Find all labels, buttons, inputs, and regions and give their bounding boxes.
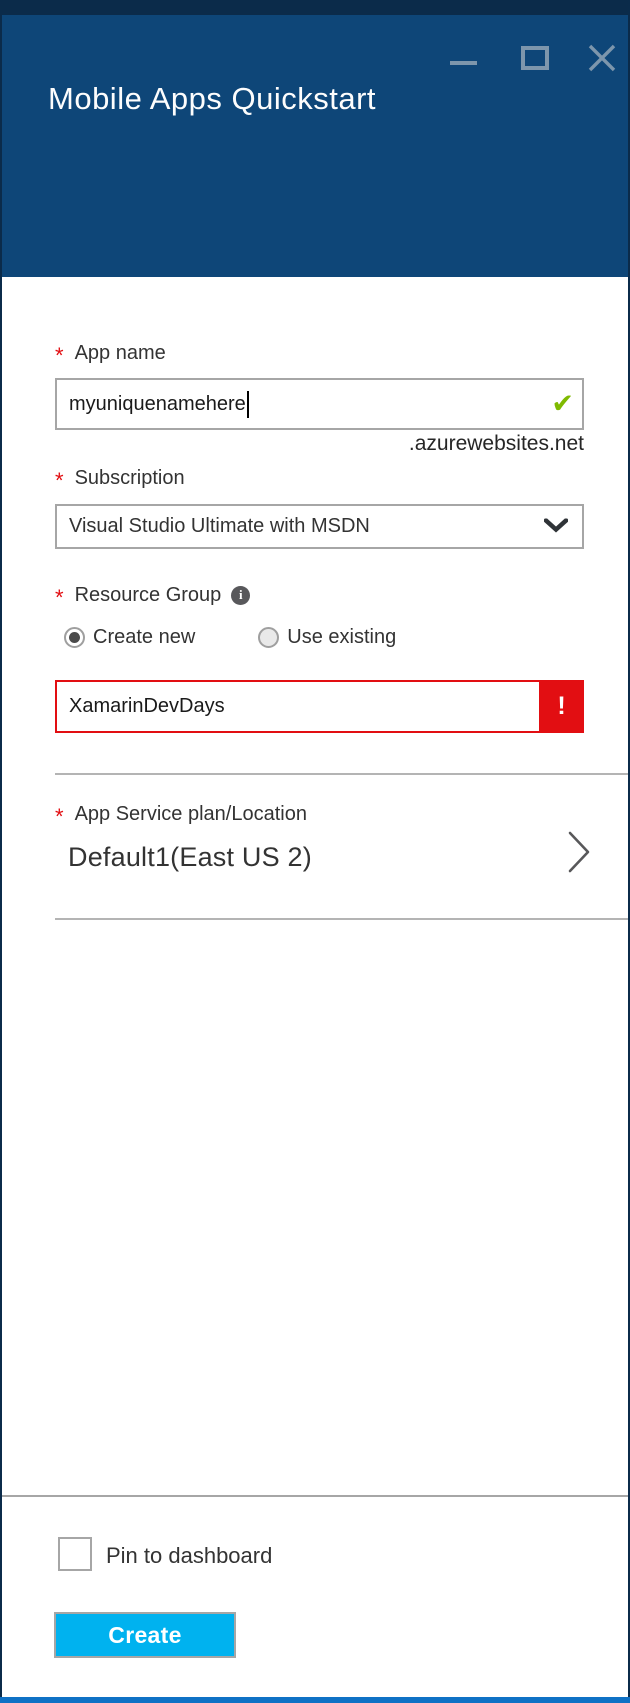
radio-use-existing[interactable]: [258, 627, 279, 648]
radio-create-new[interactable]: [64, 627, 85, 648]
resource-group-value: XamarinDevDays: [69, 695, 225, 718]
subscription-label-row: * Subscription: [55, 466, 185, 490]
subscription-value: Visual Studio Ultimate with MSDN: [69, 515, 370, 538]
create-button[interactable]: Create: [54, 1612, 236, 1658]
divider: [55, 918, 628, 920]
chevron-down-icon: [544, 515, 568, 538]
radio-use-existing-label[interactable]: Use existing: [287, 626, 396, 649]
blade-header: Mobile Apps Quickstart: [2, 15, 628, 277]
required-marker: *: [55, 804, 64, 830]
bottom-accent-bar: [0, 1697, 630, 1703]
required-marker: *: [55, 468, 64, 494]
blade-mobile-apps-quickstart: Mobile Apps Quickstart * App name myuniq…: [0, 0, 630, 1703]
required-marker: *: [55, 343, 64, 369]
text-caret: [247, 391, 249, 418]
app-service-plan-label-row: * App Service plan/Location: [55, 802, 307, 826]
pin-to-dashboard-label[interactable]: Pin to dashboard: [106, 1543, 272, 1569]
app-name-value: myuniquenamehere: [69, 393, 246, 416]
resource-group-radio-group: Create new Use existing: [64, 626, 396, 649]
valid-check-icon: ✔: [551, 391, 574, 418]
app-name-label: App name: [75, 342, 166, 365]
subscription-label: Subscription: [75, 467, 185, 490]
app-name-label-row: * App name: [55, 341, 166, 365]
pin-to-dashboard-checkbox[interactable]: [58, 1537, 92, 1571]
info-icon[interactable]: i: [231, 586, 250, 605]
app-name-suffix: .azurewebsites.net: [55, 432, 584, 456]
chevron-right-icon: [566, 830, 592, 879]
resource-group-input[interactable]: XamarinDevDays !: [55, 680, 584, 733]
app-service-plan-selector[interactable]: * App Service plan/Location Default1(Eas…: [2, 790, 628, 908]
error-badge-icon: !: [539, 680, 584, 733]
required-marker: *: [55, 585, 64, 611]
page-title: Mobile Apps Quickstart: [48, 81, 376, 117]
maximize-icon[interactable]: [521, 46, 549, 70]
app-service-plan-label: App Service plan/Location: [75, 803, 307, 826]
resource-group-label-row: * Resource Group i: [55, 583, 250, 607]
app-service-plan-value: Default1(East US 2): [68, 842, 312, 873]
radio-create-new-label[interactable]: Create new: [93, 626, 195, 649]
divider: [55, 773, 628, 775]
resource-group-label: Resource Group: [75, 584, 222, 607]
app-name-input[interactable]: myuniquenamehere ✔: [55, 378, 584, 430]
blade-footer: [2, 1497, 628, 1697]
subscription-dropdown[interactable]: Visual Studio Ultimate with MSDN: [55, 504, 584, 549]
close-icon[interactable]: [587, 43, 617, 73]
create-button-label: Create: [108, 1622, 181, 1649]
minimize-icon[interactable]: [450, 61, 477, 65]
